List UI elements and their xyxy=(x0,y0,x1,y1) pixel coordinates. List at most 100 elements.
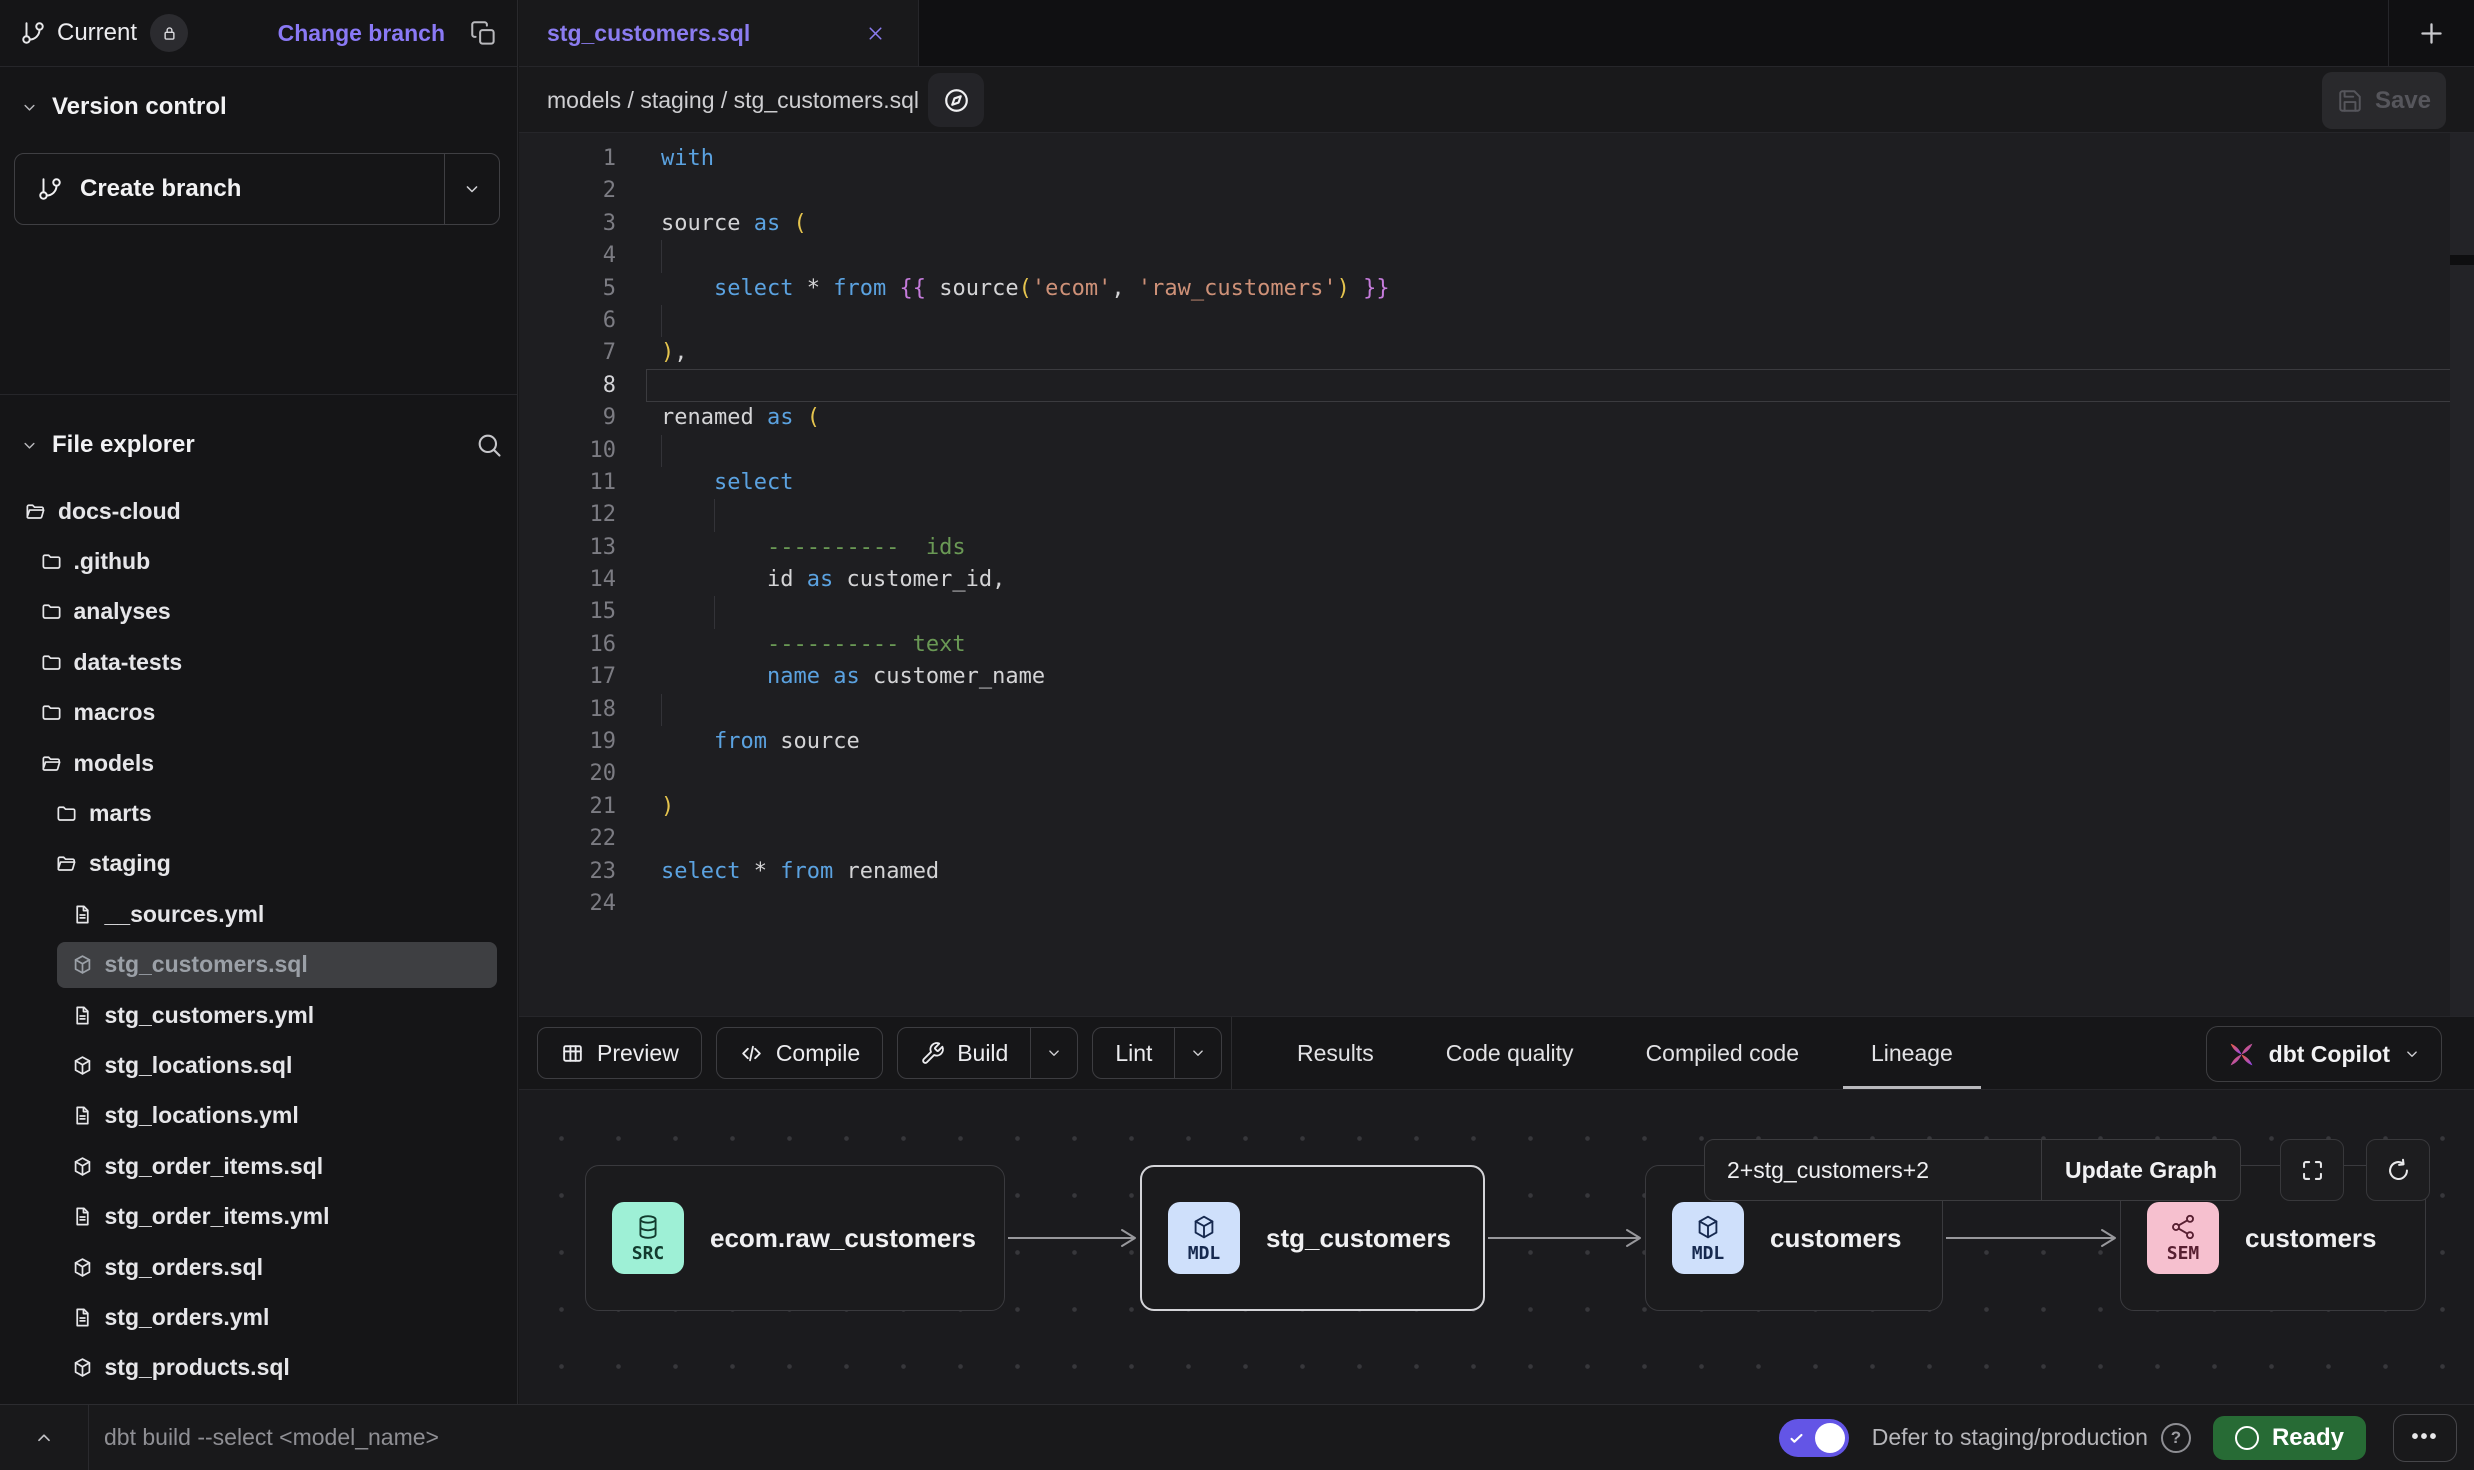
version-control-header[interactable]: Version control xyxy=(0,86,517,128)
code-line-16: 16 ---------- text xyxy=(519,629,2474,661)
create-branch-dropdown[interactable] xyxy=(444,154,499,224)
copilot-label: dbt Copilot xyxy=(2269,1041,2390,1068)
defer-label: Defer to staging/production xyxy=(1872,1424,2148,1451)
new-tab-button[interactable] xyxy=(2388,0,2474,66)
preview-button[interactable]: Preview xyxy=(537,1027,702,1079)
file-tree-item-stg-orders-sql[interactable]: stg_orders.sql xyxy=(0,1242,517,1292)
close-tab-icon[interactable] xyxy=(865,23,886,44)
file-tree-item--github[interactable]: .github xyxy=(0,536,517,586)
code-editor[interactable]: 1with23source as (45 select * from {{ so… xyxy=(519,133,2474,1016)
tab-stg-customers-sql[interactable]: stg_customers.sql xyxy=(519,0,919,66)
ready-status-button[interactable]: Ready xyxy=(2213,1416,2366,1460)
tab-results[interactable]: Results xyxy=(1269,1017,1402,1089)
scrollbar-marker xyxy=(2450,255,2474,265)
create-branch-label: Create branch xyxy=(80,175,241,203)
node-type-badge: SRC xyxy=(612,1202,684,1274)
plus-icon xyxy=(2416,18,2447,49)
file-tree-item-analyses[interactable]: analyses xyxy=(0,587,517,637)
node-name: stg_customers xyxy=(1266,1223,1451,1254)
lint-button[interactable]: Lint xyxy=(1092,1027,1222,1079)
compile-button[interactable]: Compile xyxy=(716,1027,883,1079)
file-tree-item-staging[interactable]: staging xyxy=(0,839,517,889)
toolbar-divider xyxy=(1231,1017,1232,1089)
folder-open-icon xyxy=(24,500,47,523)
branch-locked-badge xyxy=(150,14,188,52)
code-line-24: 24 xyxy=(519,888,2474,920)
line-number: 3 xyxy=(519,208,616,240)
lint-dropdown[interactable] xyxy=(1174,1028,1221,1078)
save-button[interactable]: Save xyxy=(2322,72,2446,129)
chevron-down-icon xyxy=(462,179,482,199)
version-control-title: Version control xyxy=(52,93,227,121)
file-tree-item-marts[interactable]: marts xyxy=(0,788,517,838)
file-name: stg_locations.yml xyxy=(105,1102,299,1129)
file-tree-item-stg-customers-sql[interactable]: stg_customers.sql xyxy=(0,940,517,990)
file-tree-item--sources-yml[interactable]: __sources.yml xyxy=(0,889,517,939)
file-doc-icon xyxy=(71,903,94,926)
dbt-copilot-button[interactable]: dbt Copilot xyxy=(2206,1026,2442,1082)
command-bar-collapse-button[interactable] xyxy=(24,1405,64,1470)
copy-icon[interactable] xyxy=(470,20,497,47)
file-tree-item-docs-cloud[interactable]: docs-cloud xyxy=(0,486,517,536)
code-line-19: 19 from source xyxy=(519,726,2474,758)
search-icon[interactable] xyxy=(475,431,503,459)
file-name: stg_products.sql xyxy=(105,1354,290,1381)
node-type-badge: MDL xyxy=(1672,1202,1744,1274)
chevron-up-icon xyxy=(33,1427,55,1449)
code-line-8: 8 xyxy=(519,370,2474,402)
table-icon xyxy=(560,1041,585,1066)
lineage-node-mdl-stg-customers[interactable]: MDL stg_customers xyxy=(1140,1165,1485,1311)
line-number: 9 xyxy=(519,402,616,434)
file-explorer-header[interactable]: File explorer xyxy=(0,422,517,468)
tab-compiled-code[interactable]: Compiled code xyxy=(1618,1017,1827,1089)
file-name: stg_orders.sql xyxy=(105,1254,264,1281)
build-dropdown[interactable] xyxy=(1030,1028,1077,1078)
create-branch-button[interactable]: Create branch xyxy=(14,153,500,225)
node-type-badge: MDL xyxy=(1168,1202,1240,1274)
file-tree-item-stg-orders-yml[interactable]: stg_orders.yml xyxy=(0,1292,517,1342)
file-tree-item-data-tests[interactable]: data-tests xyxy=(0,637,517,687)
code-lines: 1with23source as (45 select * from {{ so… xyxy=(519,133,2474,1016)
line-number: 24 xyxy=(519,888,616,920)
lineage-selector-input[interactable]: 2+stg_customers+2 xyxy=(1705,1140,2041,1200)
defer-toggle[interactable] xyxy=(1779,1419,1849,1457)
status-bar: dbt build --select <model_name> Defer to… xyxy=(0,1404,2474,1470)
file-tree-item-stg-order-items-yml[interactable]: stg_order_items.yml xyxy=(0,1191,517,1241)
file-tree-item-stg-locations-yml[interactable]: stg_locations.yml xyxy=(0,1091,517,1141)
indent-guide xyxy=(714,499,715,531)
code-line-5: 5 select * from {{ source('ecom', 'raw_c… xyxy=(519,273,2474,305)
preview-label: Preview xyxy=(597,1040,679,1067)
tab-code-quality[interactable]: Code quality xyxy=(1418,1017,1602,1089)
badge-label: SEM xyxy=(2167,1243,2200,1264)
file-name: docs-cloud xyxy=(58,498,181,525)
help-icon[interactable]: ? xyxy=(2161,1423,2191,1453)
more-options-button[interactable]: ••• xyxy=(2393,1414,2457,1462)
file-tree-item-models[interactable]: models xyxy=(0,738,517,788)
database-icon xyxy=(634,1213,662,1241)
update-graph-button[interactable]: Update Graph xyxy=(2041,1140,2240,1200)
code-line-1: 1with xyxy=(519,143,2474,175)
build-button[interactable]: Build xyxy=(897,1027,1078,1079)
git-branch-icon xyxy=(37,176,63,202)
file-tree-item-stg-order-items-sql[interactable]: stg_order_items.sql xyxy=(0,1141,517,1191)
editor-scrollbar[interactable] xyxy=(2450,133,2474,1016)
refresh-graph-button[interactable] xyxy=(2366,1139,2430,1201)
command-input[interactable]: dbt build --select <model_name> xyxy=(104,1405,439,1470)
file-tree-item-stg-locations-sql[interactable]: stg_locations.sql xyxy=(0,1040,517,1090)
lineage-node-src-ecom-raw-customers[interactable]: SRCecom.raw_customers xyxy=(585,1165,1005,1311)
file-tree-item-stg-customers-yml[interactable]: stg_customers.yml xyxy=(0,990,517,1040)
file-tree-item-macros[interactable]: macros xyxy=(0,688,517,738)
line-number: 6 xyxy=(519,305,616,337)
dbt-cloud-ide: Current Change branch Version control xyxy=(0,0,2474,1470)
explore-compass-button[interactable] xyxy=(928,73,984,127)
code-line-22: 22 xyxy=(519,823,2474,855)
file-name: stg_order_items.sql xyxy=(105,1153,324,1180)
fullscreen-button[interactable] xyxy=(2280,1139,2344,1201)
lineage-panel[interactable]: 2+stg_customers+2 Update Graph SRCecom.r… xyxy=(519,1090,2474,1404)
change-branch-link[interactable]: Change branch xyxy=(278,20,445,47)
file-tree-item-stg-products-sql[interactable]: stg_products.sql xyxy=(0,1343,517,1393)
editor-minimap[interactable]: withsource as ( select * from {{ source(… xyxy=(2328,139,2446,295)
main-area: stg_customers.sql models / staging / stg… xyxy=(519,0,2474,1404)
lint-label: Lint xyxy=(1115,1040,1152,1067)
tab-lineage[interactable]: Lineage xyxy=(1843,1017,1981,1089)
